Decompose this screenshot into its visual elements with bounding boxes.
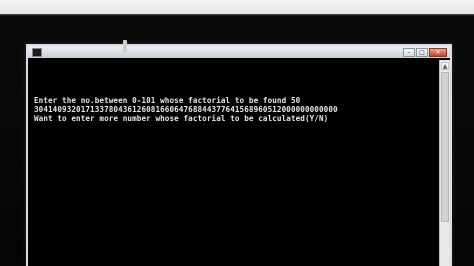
console-line-prompt: Enter the no.between 0-101 whose factori… xyxy=(34,96,301,105)
title-bar[interactable]: – □ ✕ xyxy=(28,46,450,58)
console-line-continue-prompt: Want to enter more number whose factoria… xyxy=(34,114,329,123)
vertical-scrollbar[interactable]: ▲ xyxy=(439,60,450,266)
monitor-bezel-glow xyxy=(0,0,474,14)
window-controls: – □ ✕ xyxy=(403,48,447,57)
window-title xyxy=(44,47,104,56)
console-window[interactable]: – □ ✕ Enter the no.between 0-101 whose f… xyxy=(26,44,452,266)
close-button[interactable]: ✕ xyxy=(429,48,447,57)
console-app-icon[interactable] xyxy=(32,48,42,57)
screen: – □ ✕ Enter the no.between 0-101 whose f… xyxy=(0,0,474,266)
maximize-button[interactable]: □ xyxy=(416,48,428,57)
scroll-up-arrow-icon[interactable]: ▲ xyxy=(441,62,449,70)
minimize-button[interactable]: – xyxy=(403,48,415,57)
scrollbar-thumb[interactable] xyxy=(441,72,449,222)
console-line-result: 3041409320171337804361260816606476884437… xyxy=(34,105,338,114)
text-cursor-icon xyxy=(123,40,127,52)
console-output[interactable]: Enter the no.between 0-101 whose factori… xyxy=(30,60,438,266)
